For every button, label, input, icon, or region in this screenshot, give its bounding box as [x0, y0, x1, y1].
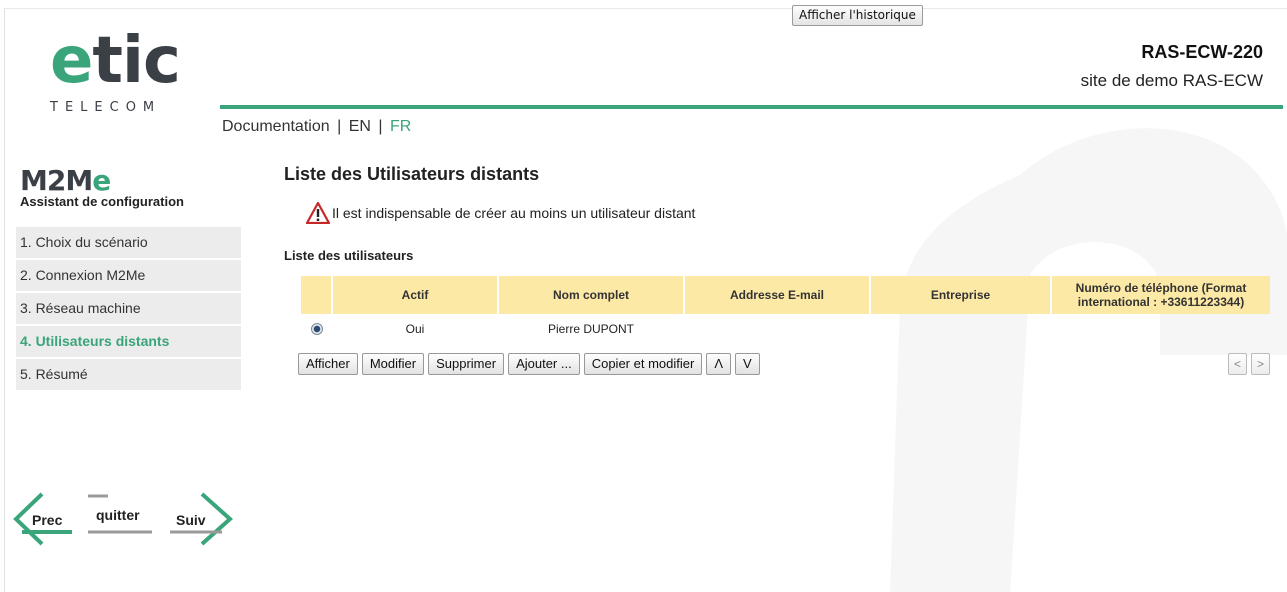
column-header-email[interactable]: Addresse E-mail: [683, 276, 870, 314]
table-row[interactable]: Oui Pierre DUPONT: [301, 314, 1270, 343]
table-pager: < >: [1228, 353, 1270, 375]
cell-nom: Pierre DUPONT: [547, 321, 634, 336]
wizard-steps: 1. Choix du scénario 2. Connexion M2Me 3…: [16, 227, 241, 392]
ajouter-button[interactable]: Ajouter ...: [508, 353, 580, 375]
step-reseau[interactable]: 3. Réseau machine: [16, 293, 241, 324]
etic-telecom-logo[interactable]: etic TELECOM: [48, 20, 208, 120]
users-list-title: Liste des utilisateurs: [284, 248, 414, 263]
quit-button[interactable]: quitter: [96, 507, 140, 523]
warning-icon: [306, 202, 330, 224]
modifier-button[interactable]: Modifier: [361, 353, 425, 375]
m2me-logo: M2Me Assistant de configuration: [20, 166, 184, 210]
cell-entreprise: [870, 314, 1051, 343]
move-down-button[interactable]: V: [735, 353, 760, 375]
logo-letter-e: e: [50, 24, 93, 98]
column-header-nom[interactable]: Nom complet: [497, 276, 684, 314]
page-next-button[interactable]: >: [1251, 353, 1270, 375]
next-button[interactable]: Suiv: [176, 512, 206, 528]
copier-modifier-button[interactable]: Copier et modifier: [583, 353, 703, 375]
row-select-cell: [301, 314, 332, 343]
link-separator: |: [378, 118, 383, 135]
logo-subtitle: TELECOM: [50, 100, 162, 115]
warning-message: Il est indispensable de créer au moins u…: [306, 202, 695, 224]
move-up-button[interactable]: Λ: [706, 353, 731, 375]
lang-en-link[interactable]: EN: [349, 118, 371, 135]
top-links: Documentation | EN | FR: [222, 118, 411, 136]
device-name: RAS-ECW-220: [1141, 42, 1263, 62]
warning-text: Il est indispensable de créer au moins u…: [332, 205, 696, 221]
table-header-row: Actif Nom complet Addresse E-mail Entrep…: [301, 276, 1270, 314]
step-resume[interactable]: 5. Résumé: [16, 359, 241, 390]
cell-telephone: [1051, 314, 1270, 343]
m2me-letter-e: e: [92, 164, 111, 197]
watermark-e-shape: [890, 128, 1287, 592]
table-actions: Afficher Modifier Supprimer Ajouter ... …: [298, 353, 760, 375]
lang-fr-link[interactable]: FR: [390, 118, 411, 135]
logo-wordmark: etic: [50, 24, 181, 98]
prev-button[interactable]: Prec: [32, 512, 62, 528]
users-table: Actif Nom complet Addresse E-mail Entrep…: [301, 276, 1270, 343]
link-separator: |: [337, 118, 342, 135]
step-scenario[interactable]: 1. Choix du scénario: [16, 227, 241, 258]
column-header-actif[interactable]: Actif: [331, 276, 498, 314]
documentation-link[interactable]: Documentation: [222, 118, 330, 135]
m2me-wordmark: M2Me: [20, 166, 184, 196]
page-prev-button[interactable]: <: [1228, 353, 1247, 375]
step-connexion[interactable]: 2. Connexion M2Me: [16, 260, 241, 291]
header-divider: [220, 105, 1283, 109]
wizard-navigation: Prec quitter Suiv: [10, 488, 235, 550]
m2me-letters: M2M: [20, 164, 93, 197]
step-utilisateurs[interactable]: 4. Utilisateurs distants: [16, 326, 241, 357]
logo-letters-tic: tic: [92, 24, 180, 98]
row-radio[interactable]: [310, 323, 323, 336]
afficher-button[interactable]: Afficher: [298, 353, 358, 375]
site-name: site de demo RAS-ECW: [1080, 71, 1263, 90]
page-title: Liste des Utilisateurs distants: [284, 164, 540, 184]
history-button[interactable]: Afficher l'historique: [792, 5, 923, 26]
cell-actif: Oui: [405, 321, 425, 336]
supprimer-button[interactable]: Supprimer: [428, 353, 505, 375]
column-header-select: [301, 276, 332, 314]
column-header-telephone[interactable]: Numéro de téléphone (Format internationa…: [1050, 276, 1270, 314]
column-header-entreprise[interactable]: Entreprise: [869, 276, 1051, 314]
assistant-subtitle: Assistant de configuration: [20, 194, 184, 209]
cell-email: [684, 314, 870, 343]
